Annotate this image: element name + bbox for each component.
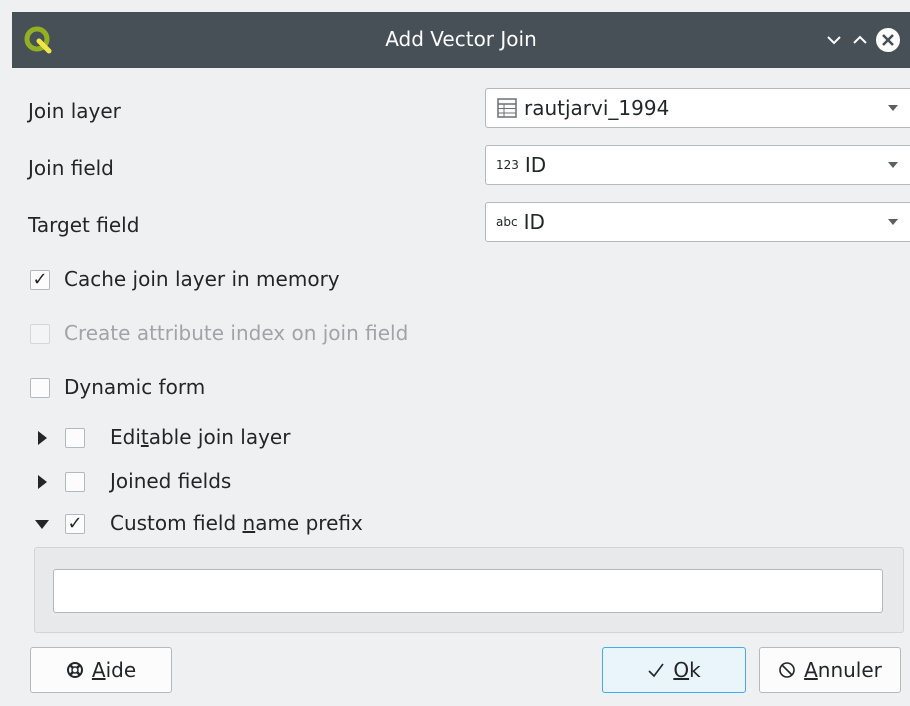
custom-prefix-group bbox=[34, 547, 904, 633]
join-layer-combo[interactable]: rautjarvi_1994 bbox=[485, 88, 910, 128]
join-field-combo[interactable]: 123 ID bbox=[485, 145, 910, 185]
table-icon bbox=[497, 98, 517, 118]
joined-fields-label[interactable]: Joined fields bbox=[110, 469, 231, 493]
cancel-button[interactable]: Annuler bbox=[759, 647, 901, 693]
collapse-arrow-icon[interactable] bbox=[35, 520, 49, 529]
cancel-button-label: Annuler bbox=[804, 658, 882, 682]
target-field-value: ID bbox=[523, 210, 545, 234]
chevron-down-icon bbox=[888, 219, 898, 225]
title-bar: Add Vector Join bbox=[12, 12, 910, 68]
expand-arrow-icon[interactable] bbox=[38, 431, 47, 445]
maximize-icon[interactable] bbox=[846, 26, 874, 54]
ok-button[interactable]: Ok bbox=[602, 647, 746, 693]
dynamic-form-checkbox[interactable] bbox=[30, 378, 50, 398]
cache-join-layer-label[interactable]: Cache join layer in memory bbox=[64, 267, 340, 291]
join-field-label: Join field bbox=[28, 156, 114, 180]
close-icon[interactable] bbox=[874, 26, 902, 54]
prefix-input[interactable] bbox=[53, 569, 883, 613]
cache-join-layer-checkbox[interactable]: ✓ bbox=[30, 270, 50, 290]
chevron-down-icon bbox=[888, 105, 898, 111]
checkmark-icon: ✓ bbox=[67, 513, 83, 534]
help-button-label: Aide bbox=[91, 658, 137, 682]
integer-type-icon: 123 bbox=[496, 158, 519, 172]
expand-arrow-icon[interactable] bbox=[38, 475, 47, 489]
attribute-index-checkbox bbox=[30, 324, 50, 344]
editable-join-layer-checkbox[interactable] bbox=[65, 428, 85, 448]
attribute-index-label: Create attribute index on join field bbox=[64, 321, 409, 345]
editable-join-layer-label[interactable]: Editable join layer bbox=[110, 425, 290, 449]
dynamic-form-label[interactable]: Dynamic form bbox=[64, 375, 205, 399]
dialog-content: Join layer rautjarvi_1994 Join field 123… bbox=[12, 68, 910, 706]
window-title: Add Vector Join bbox=[385, 27, 537, 51]
ok-button-label: Ok bbox=[673, 658, 701, 682]
join-layer-value: rautjarvi_1994 bbox=[524, 96, 670, 120]
custom-prefix-checkbox[interactable]: ✓ bbox=[65, 514, 85, 534]
custom-prefix-label[interactable]: Custom field name prefix bbox=[110, 511, 363, 535]
string-type-icon: abc bbox=[496, 215, 518, 229]
cancel-icon bbox=[779, 662, 795, 678]
join-field-value: ID bbox=[524, 153, 547, 177]
target-field-label: Target field bbox=[28, 213, 140, 237]
minimize-icon[interactable] bbox=[820, 26, 848, 54]
checkmark-icon: ✓ bbox=[32, 269, 48, 290]
chevron-down-icon bbox=[888, 162, 898, 168]
help-button[interactable]: Aide bbox=[30, 647, 172, 693]
join-layer-label: Join layer bbox=[28, 99, 121, 123]
lifebuoy-icon bbox=[66, 662, 83, 678]
checkmark-icon bbox=[648, 663, 664, 678]
joined-fields-checkbox[interactable] bbox=[65, 472, 85, 492]
target-field-combo[interactable]: abc ID bbox=[485, 202, 910, 242]
